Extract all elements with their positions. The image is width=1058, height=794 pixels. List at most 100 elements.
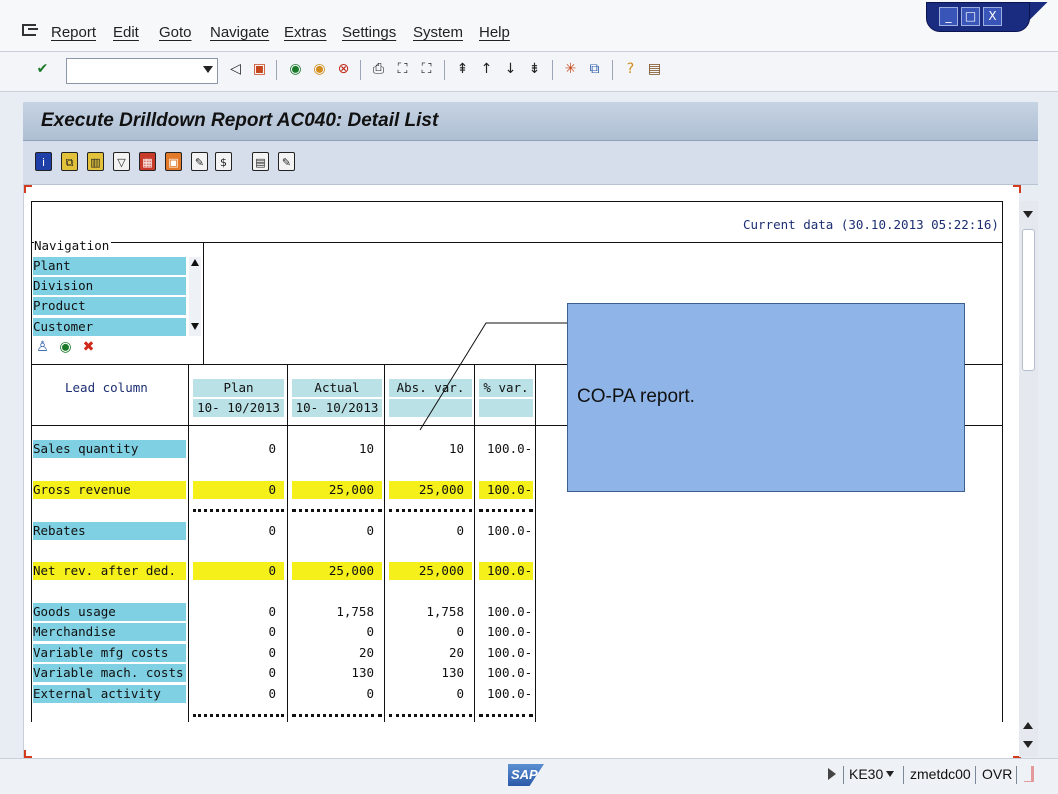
row-label[interactable]: Rebates <box>33 522 186 540</box>
lead-column-header: Lead column <box>65 380 148 395</box>
menu-help[interactable]: Help <box>479 24 510 41</box>
column-header-plan[interactable]: Plan <box>193 379 284 397</box>
row-label[interactable]: Merchandise <box>33 623 186 641</box>
last-page-icon[interactable]: ⇟ <box>526 61 543 78</box>
cell-pct-var: 100.0- <box>479 623 533 641</box>
scroll-up-icon[interactable] <box>1023 722 1033 729</box>
row-label[interactable]: Gross revenue <box>33 481 186 499</box>
cell-actual: 1,758 <box>292 603 382 621</box>
exit-icon[interactable]: ◉ <box>311 61 328 78</box>
previous-page-icon[interactable]: ↑ <box>478 61 495 78</box>
nav-item-division[interactable]: Division <box>33 277 186 295</box>
copy-icon[interactable]: ⧉ <box>61 152 78 171</box>
callout-box: CO-PA report. <box>567 303 965 492</box>
cell-pct-var: 100.0- <box>479 644 533 662</box>
column-subheader-actual: 10- 10/2013 <box>292 399 382 417</box>
change-icon[interactable]: ✎ <box>278 152 295 171</box>
navigation-title: Navigation <box>34 238 112 253</box>
cell-actual: 0 <box>292 685 382 703</box>
cell-actual: 20 <box>292 644 382 662</box>
dropdown-arrow-icon[interactable] <box>203 66 213 73</box>
cell-abs-var: 1,758 <box>389 603 472 621</box>
refresh-icon[interactable]: ◉ <box>57 339 74 356</box>
delete-icon[interactable]: ✖ <box>80 339 97 356</box>
sort-icon[interactable]: ▦ <box>139 152 156 171</box>
save-icon[interactable]: ▣ <box>251 61 268 78</box>
first-page-icon[interactable]: ⇞ <box>454 61 471 78</box>
menu-goto[interactable]: Goto <box>159 24 192 41</box>
help-icon[interactable]: ? <box>622 61 639 78</box>
navigation-scrollbar[interactable] <box>189 257 201 336</box>
filter-icon[interactable]: ▽ <box>113 152 130 171</box>
document-icon[interactable]: ▤ <box>252 152 269 171</box>
enter-check-icon[interactable]: ✔ <box>34 61 51 78</box>
title-bar: Execute Drilldown Report AC040: Detail L… <box>23 101 1038 141</box>
cell-pct-var: 100.0- <box>479 440 533 458</box>
cell-plan: 0 <box>193 685 284 703</box>
scroll-up-icon[interactable] <box>191 259 199 266</box>
cell-actual: 0 <box>292 522 382 540</box>
row-label[interactable]: External activity <box>33 685 186 703</box>
cell-pct-var: 100.0- <box>479 685 533 703</box>
scroll-down-icon[interactable] <box>191 323 199 330</box>
resize-grip-icon[interactable] <box>1024 766 1034 782</box>
print-icon[interactable]: ⎙ <box>370 61 387 78</box>
menu-bar: Report Edit Goto Navigate Extras Setting… <box>0 0 1058 52</box>
shortcut-icon[interactable]: ⧉ <box>586 61 603 78</box>
info-icon[interactable]: i <box>35 152 52 171</box>
cell-actual: 10 <box>292 440 382 458</box>
chart-icon[interactable]: ▥ <box>87 152 104 171</box>
column-subheader-plan: 10- 10/2013 <box>193 399 284 417</box>
currency-icon[interactable]: $ <box>215 152 232 171</box>
nav-item-customer[interactable]: Customer <box>33 318 186 336</box>
application-toolbar: i ⧉ ▥ ▽ ▦ ▣ ✎ $ ▤ ✎ <box>23 141 1038 185</box>
back-arrow-icon[interactable]: ◁ <box>227 61 244 78</box>
customize-layout-icon[interactable]: ▤ <box>646 61 663 78</box>
menu-navigate[interactable]: Navigate <box>210 24 269 41</box>
nav-item-product[interactable]: Product <box>33 297 186 315</box>
nav-item-plant[interactable]: Plant <box>33 257 186 275</box>
scroll-down-icon[interactable] <box>1023 211 1033 218</box>
menu-settings[interactable]: Settings <box>342 24 396 41</box>
corner-marker <box>24 185 32 193</box>
create-session-icon[interactable]: ✳ <box>562 61 579 78</box>
scroll-down-icon[interactable] <box>1023 741 1033 748</box>
cell-pct-var: 100.0- <box>479 481 533 499</box>
minimize-button[interactable]: _ <box>939 7 958 26</box>
menu-report[interactable]: Report <box>51 24 96 41</box>
export-icon[interactable]: ▣ <box>165 152 182 171</box>
cell-actual: 25,000 <box>292 562 382 580</box>
close-button[interactable]: X <box>983 7 1002 26</box>
menu-system-icon[interactable] <box>22 24 38 36</box>
menu-extras[interactable]: Extras <box>284 24 327 41</box>
input-mode: OVR <box>982 766 1013 782</box>
row-label[interactable]: Sales quantity <box>33 440 186 458</box>
user-navigation-icon[interactable]: ♙ <box>34 339 51 356</box>
restore-button[interactable]: □ <box>961 7 980 26</box>
scrollbar-thumb[interactable] <box>1022 229 1035 371</box>
menu-edit[interactable]: Edit <box>113 24 139 41</box>
next-page-icon[interactable]: ↓ <box>502 61 519 78</box>
cell-pct-var: 100.0- <box>479 522 533 540</box>
row-label[interactable]: Variable mach. costs <box>33 664 186 682</box>
back-icon[interactable]: ◉ <box>287 61 304 78</box>
cancel-icon[interactable]: ⊗ <box>335 61 352 78</box>
edit-icon[interactable]: ✎ <box>191 152 208 171</box>
corner-marker <box>24 750 32 758</box>
toolbar-separator <box>612 60 613 80</box>
row-label[interactable]: Variable mfg costs <box>33 644 186 662</box>
row-label[interactable]: Goods usage <box>33 603 186 621</box>
callout-pointer <box>419 322 567 431</box>
transaction-dropdown-icon[interactable] <box>886 771 894 777</box>
cell-actual: 130 <box>292 664 382 682</box>
cell-abs-var: 25,000 <box>389 481 472 499</box>
cell-abs-var: 130 <box>389 664 472 682</box>
command-field[interactable] <box>66 58 218 84</box>
find-icon[interactable]: ⛶ <box>394 61 411 78</box>
menu-system[interactable]: System <box>413 24 463 41</box>
status-expand-icon[interactable] <box>828 768 836 780</box>
row-label[interactable]: Net rev. after ded. <box>33 562 186 580</box>
column-header-actual[interactable]: Actual <box>292 379 382 397</box>
find-next-icon[interactable]: ⛶ <box>418 61 435 78</box>
cell-actual: 0 <box>292 623 382 641</box>
